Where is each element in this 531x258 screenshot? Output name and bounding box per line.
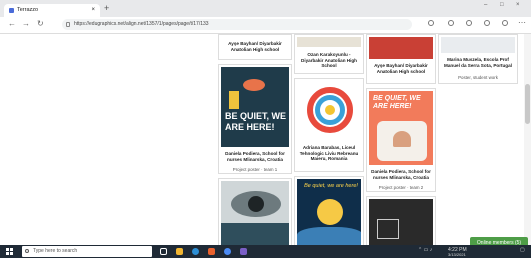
collections-icon[interactable]: [466, 20, 472, 26]
post-caption: Ayşe Bayhan/ Diyarbakir Anatolian High s…: [374, 63, 428, 74]
minimize-button[interactable]: –: [484, 2, 487, 8]
office-icon[interactable]: [208, 248, 215, 255]
url-text: https://edugraphics.net/align.net/1357/1…: [74, 21, 209, 27]
post-image: [221, 181, 289, 245]
windows-start-icon[interactable]: [6, 248, 13, 255]
post-image: BE QUIET, WE ARE HERE!: [369, 91, 433, 165]
post-image: BE QUIET, WE ARE HERE!: [221, 67, 289, 147]
post-card[interactable]: Be quiet, we are here!: [294, 176, 364, 245]
edge-icon[interactable]: [192, 248, 199, 255]
browser-tab-strip: Terrazzo × + – □ ×: [0, 0, 531, 17]
post-image: [441, 37, 515, 53]
post-image: [297, 81, 361, 139]
post-card[interactable]: Ozan Karakoyunlu - Diyarbakir Anatolian …: [294, 34, 364, 74]
heart-hands-illustration: [393, 131, 411, 147]
taskbar-search-box[interactable]: Type here to search: [22, 246, 152, 257]
post-card[interactable]: Ayşe Bayhan/ Diyarbakir Anatolian High s…: [218, 34, 292, 60]
file-explorer-icon[interactable]: [176, 248, 183, 255]
star-icon[interactable]: [448, 20, 454, 26]
task-view-icon[interactable]: [160, 248, 167, 255]
drawing-illustration: [377, 219, 399, 239]
post-subtitle: Project poster · team 2: [378, 185, 424, 190]
address-toolbar: ← → ↻ https://edugraphics.net/align.net/…: [0, 17, 531, 34]
close-tab-icon[interactable]: ×: [91, 4, 95, 17]
post-caption: Daniela Podiera, School for nurses Mlina…: [225, 151, 285, 162]
poster-title: BE QUIET, WE ARE HERE!: [373, 95, 421, 110]
post-caption: Adriana Barabas, Liceul Tehnologic Liviu…: [299, 145, 359, 162]
url-bar[interactable]: https://edugraphics.net/align.net/1357/1…: [62, 19, 412, 30]
post-image: [297, 37, 361, 47]
post-card[interactable]: Marina Muszela, Escola Prof Manuel da Se…: [438, 34, 518, 84]
new-tab-button[interactable]: +: [104, 3, 109, 13]
site-favicon-icon: [9, 8, 14, 13]
post-caption: Marina Muszela, Escola Prof Manuel da Se…: [444, 57, 512, 68]
post-card[interactable]: Ayşe Bayhan/ Diyarbakir Anatolian High s…: [366, 34, 436, 84]
forward-arrow-icon[interactable]: →: [22, 19, 30, 28]
more-menu-icon[interactable]: ⋯: [518, 18, 526, 27]
poster-footer: [221, 223, 289, 245]
maximize-button[interactable]: □: [500, 2, 504, 8]
post-subtitle: Project poster · team 1: [232, 167, 278, 172]
center-illustration: [325, 105, 335, 115]
chrome-icon[interactable]: [224, 248, 231, 255]
figure-illustration: [229, 91, 239, 109]
browser-tab[interactable]: Terrazzo ×: [4, 4, 100, 17]
speech-bubble-illustration: [243, 79, 265, 91]
poster-title: BE QUIET, WE ARE HERE!: [225, 111, 287, 132]
post-caption: Ozan Karakoyunlu - Diyarbakir Anatolian …: [301, 52, 357, 69]
lock-icon: [66, 22, 70, 27]
extension-icon[interactable]: [428, 20, 434, 26]
scrollbar-thumb[interactable]: [525, 84, 530, 124]
taskbar-date[interactable]: 3/13/2021: [448, 252, 466, 257]
page-scrollbar[interactable]: [524, 34, 531, 245]
post-card[interactable]: Adriana Barabas, Liceul Tehnologic Liviu…: [294, 78, 364, 172]
search-icon: [25, 249, 29, 253]
post-card[interactable]: [218, 178, 292, 245]
poster-title: Be quiet, we are here!: [304, 183, 358, 189]
windows-taskbar: Type here to search ⌃ ▭ ♪ 4:22 PM 3/13/2…: [0, 245, 531, 258]
post-image: [369, 199, 433, 245]
padlet-board: Ayşe Bayhan/ Diyarbakir Anatolian High s…: [0, 34, 531, 245]
close-window-button[interactable]: ×: [516, 2, 520, 8]
pupil-illustration: [248, 196, 264, 212]
post-image: [369, 37, 433, 59]
cloud-illustration: [297, 227, 361, 245]
post-caption: Ayşe Bayhan/ Diyarbakir Anatolian High s…: [228, 41, 282, 52]
search-placeholder: Type here to search: [33, 248, 78, 254]
tray-icons[interactable]: ⌃ ▭ ♪: [418, 247, 432, 253]
moon-illustration: [317, 199, 343, 225]
post-image: Be quiet, we are here!: [297, 179, 361, 245]
settings-icon[interactable]: [502, 20, 508, 26]
tab-title: Terrazzo: [17, 7, 39, 13]
post-card[interactable]: [366, 196, 436, 245]
post-subtitle: Poster, student work: [458, 75, 498, 80]
post-caption: Daniela Podiera, School for nurses Mlina…: [371, 169, 431, 180]
notification-icon[interactable]: ▢: [520, 247, 525, 253]
post-card[interactable]: BE QUIET, WE ARE HERE! Daniela Podiera, …: [218, 64, 292, 174]
teams-icon[interactable]: [240, 248, 247, 255]
profile-icon[interactable]: [484, 20, 490, 26]
back-arrow-icon[interactable]: ←: [8, 19, 16, 28]
post-card[interactable]: BE QUIET, WE ARE HERE! Daniela Podiera, …: [366, 88, 436, 192]
reload-icon[interactable]: ↻: [37, 19, 44, 28]
